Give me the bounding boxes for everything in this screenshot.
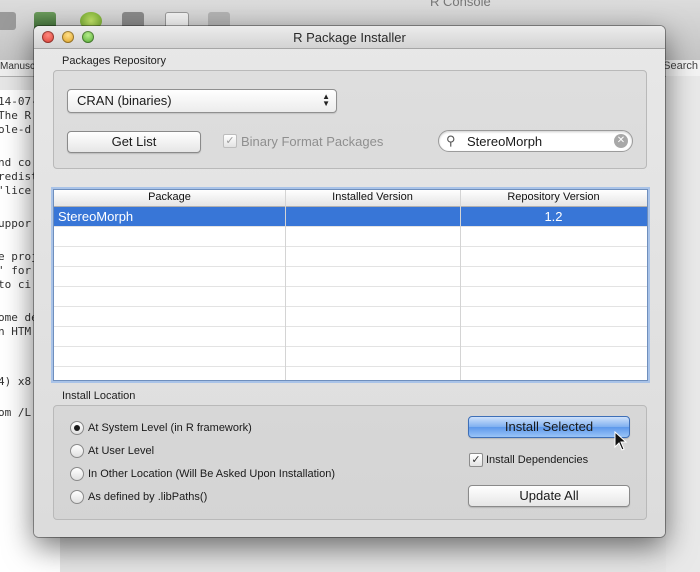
console-line: e proj — [0, 250, 38, 263]
table-row[interactable] — [54, 347, 647, 367]
console-line: ome de — [0, 311, 38, 324]
column-header-package[interactable]: Package — [54, 191, 285, 203]
console-line: 'lice — [0, 184, 32, 197]
console-line: The R — [0, 109, 32, 122]
column-header-installed-version[interactable]: Installed Version — [285, 191, 460, 203]
repository-version-cell: 1.2 — [544, 209, 563, 224]
packages-repository-group — [53, 70, 647, 169]
console-line: 4) x8 — [0, 375, 32, 388]
search-icon: ⚲ — [446, 133, 456, 148]
console-title: R Console — [430, 0, 491, 9]
window-title: R Package Installer — [293, 30, 406, 45]
table-row[interactable] — [54, 247, 647, 267]
console-line: om /L — [0, 406, 32, 419]
table-row[interactable] — [54, 287, 647, 307]
radio-system-level-label: At System Level (in R framework) — [88, 422, 252, 434]
repository-popup[interactable]: CRAN (binaries) ▲ ▼ — [67, 89, 337, 113]
package-installer-window: R Package Installer Packages Repository … — [34, 26, 665, 537]
console-line: uppor — [0, 217, 32, 230]
radio-user-level-label: At User Level — [88, 445, 155, 457]
console-right-edge — [666, 76, 700, 572]
table-row[interactable]: StereoMorph 1.2 — [54, 207, 647, 227]
console-line: 14-07- — [0, 95, 38, 108]
up-down-arrows-icon: ▲ ▼ — [322, 92, 330, 108]
column-header-repository-version[interactable]: Repository Version — [460, 191, 647, 203]
column-divider — [460, 190, 461, 380]
mouse-pointer-icon — [614, 431, 628, 451]
radio-other-location-label: In Other Location (Will Be Asked Upon In… — [88, 468, 336, 480]
package-search-input[interactable]: ⚲ StereoMorph ✕ — [438, 130, 633, 152]
console-line: nd co — [0, 156, 32, 169]
console-line: ' for — [0, 264, 32, 277]
search-value: StereoMorph — [467, 134, 543, 149]
radio-system-level[interactable] — [70, 421, 84, 435]
radio-libpaths-label: As defined by .libPaths() — [88, 491, 208, 503]
table-row[interactable] — [54, 227, 647, 247]
console-tab[interactable]: Manuscr — [0, 61, 38, 72]
package-table[interactable]: Package Installed Version Repository Ver… — [53, 189, 648, 381]
console-line: to ci — [0, 278, 32, 291]
install-dependencies-checkbox[interactable]: ✓ — [469, 453, 483, 467]
packages-repository-label: Packages Repository — [62, 55, 166, 67]
console-search-field[interactable]: Search — [660, 60, 700, 76]
console-line: ole-d — [0, 123, 32, 136]
table-row[interactable] — [54, 307, 647, 327]
get-list-button[interactable]: Get List — [67, 131, 201, 153]
install-selected-button[interactable]: Install Selected — [468, 416, 630, 438]
binary-format-checkbox[interactable]: ✓ — [223, 134, 237, 148]
console-line: n HTM — [0, 325, 32, 338]
table-row[interactable] — [54, 327, 647, 347]
radio-user-level[interactable] — [70, 444, 84, 458]
repository-popup-value: CRAN (binaries) — [77, 93, 172, 108]
window-titlebar[interactable]: R Package Installer — [34, 26, 665, 49]
table-row[interactable] — [54, 267, 647, 287]
lock-icon[interactable] — [0, 12, 16, 30]
clear-search-icon[interactable]: ✕ — [614, 134, 628, 148]
console-line: redist — [0, 170, 38, 183]
install-location-label: Install Location — [62, 390, 136, 402]
package-name-cell: StereoMorph — [58, 209, 134, 224]
radio-libpaths[interactable] — [70, 490, 84, 504]
radio-other-location[interactable] — [70, 467, 84, 481]
install-dependencies-label: Install Dependencies — [486, 454, 589, 466]
binary-format-label: Binary Format Packages — [241, 134, 384, 149]
table-header: Package Installed Version Repository Ver… — [54, 190, 647, 207]
update-all-button[interactable]: Update All — [468, 485, 630, 507]
column-divider — [285, 190, 286, 380]
